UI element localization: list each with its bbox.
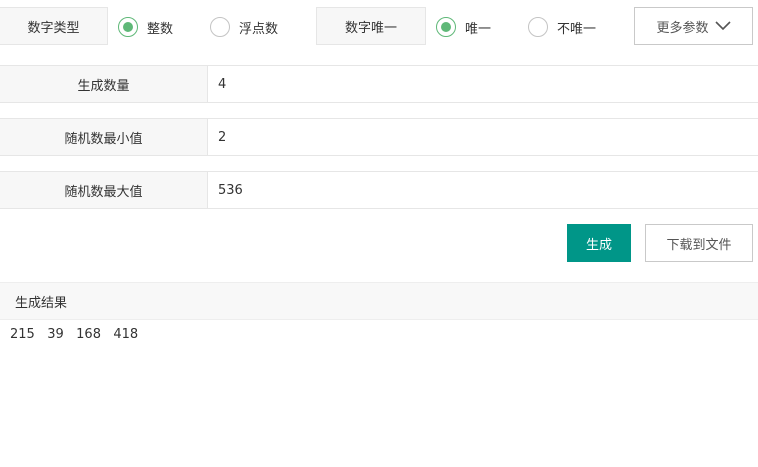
- max-row: 随机数最大值 536: [0, 171, 758, 209]
- radio-integer[interactable]: 整数: [118, 16, 173, 38]
- radio-float-label: 浮点数: [239, 21, 279, 37]
- count-row: 生成数量 4: [0, 65, 758, 103]
- radio-unique-label: 唯一: [465, 21, 492, 37]
- radio-checked-icon: [436, 17, 456, 37]
- min-input[interactable]: 2: [208, 119, 758, 155]
- number-type-label-text: 数字类型: [27, 20, 80, 36]
- result-title: 生成结果: [15, 295, 68, 311]
- radio-not-unique-label: 不唯一: [557, 21, 597, 37]
- radio-unique[interactable]: 唯一: [436, 16, 491, 38]
- count-label: 生成数量: [0, 66, 208, 102]
- result-header: 生成结果: [0, 282, 758, 320]
- radio-not-unique[interactable]: 不唯一: [528, 16, 596, 38]
- generate-button[interactable]: 生成: [567, 224, 631, 262]
- max-input[interactable]: 536: [208, 172, 758, 208]
- number-type-label: 数字类型: [0, 7, 108, 45]
- max-label: 随机数最大值: [0, 172, 208, 208]
- number-unique-label-text: 数字唯一: [344, 20, 397, 36]
- min-label: 随机数最小值: [0, 119, 208, 155]
- download-button[interactable]: 下载到文件: [645, 224, 753, 262]
- number-unique-label: 数字唯一: [316, 7, 426, 45]
- radio-float[interactable]: 浮点数: [210, 16, 278, 38]
- radio-unchecked-icon: [210, 17, 230, 37]
- radio-unchecked-icon: [528, 17, 548, 37]
- chevron-down-icon: [714, 21, 731, 31]
- min-row: 随机数最小值 2: [0, 118, 758, 156]
- count-input[interactable]: 4: [208, 66, 758, 102]
- result-values: 215 39 168 418: [10, 327, 139, 342]
- more-params-button[interactable]: 更多参数: [634, 7, 753, 45]
- more-params-label: 更多参数: [656, 20, 709, 36]
- radio-checked-icon: [118, 17, 138, 37]
- radio-integer-label: 整数: [147, 21, 174, 37]
